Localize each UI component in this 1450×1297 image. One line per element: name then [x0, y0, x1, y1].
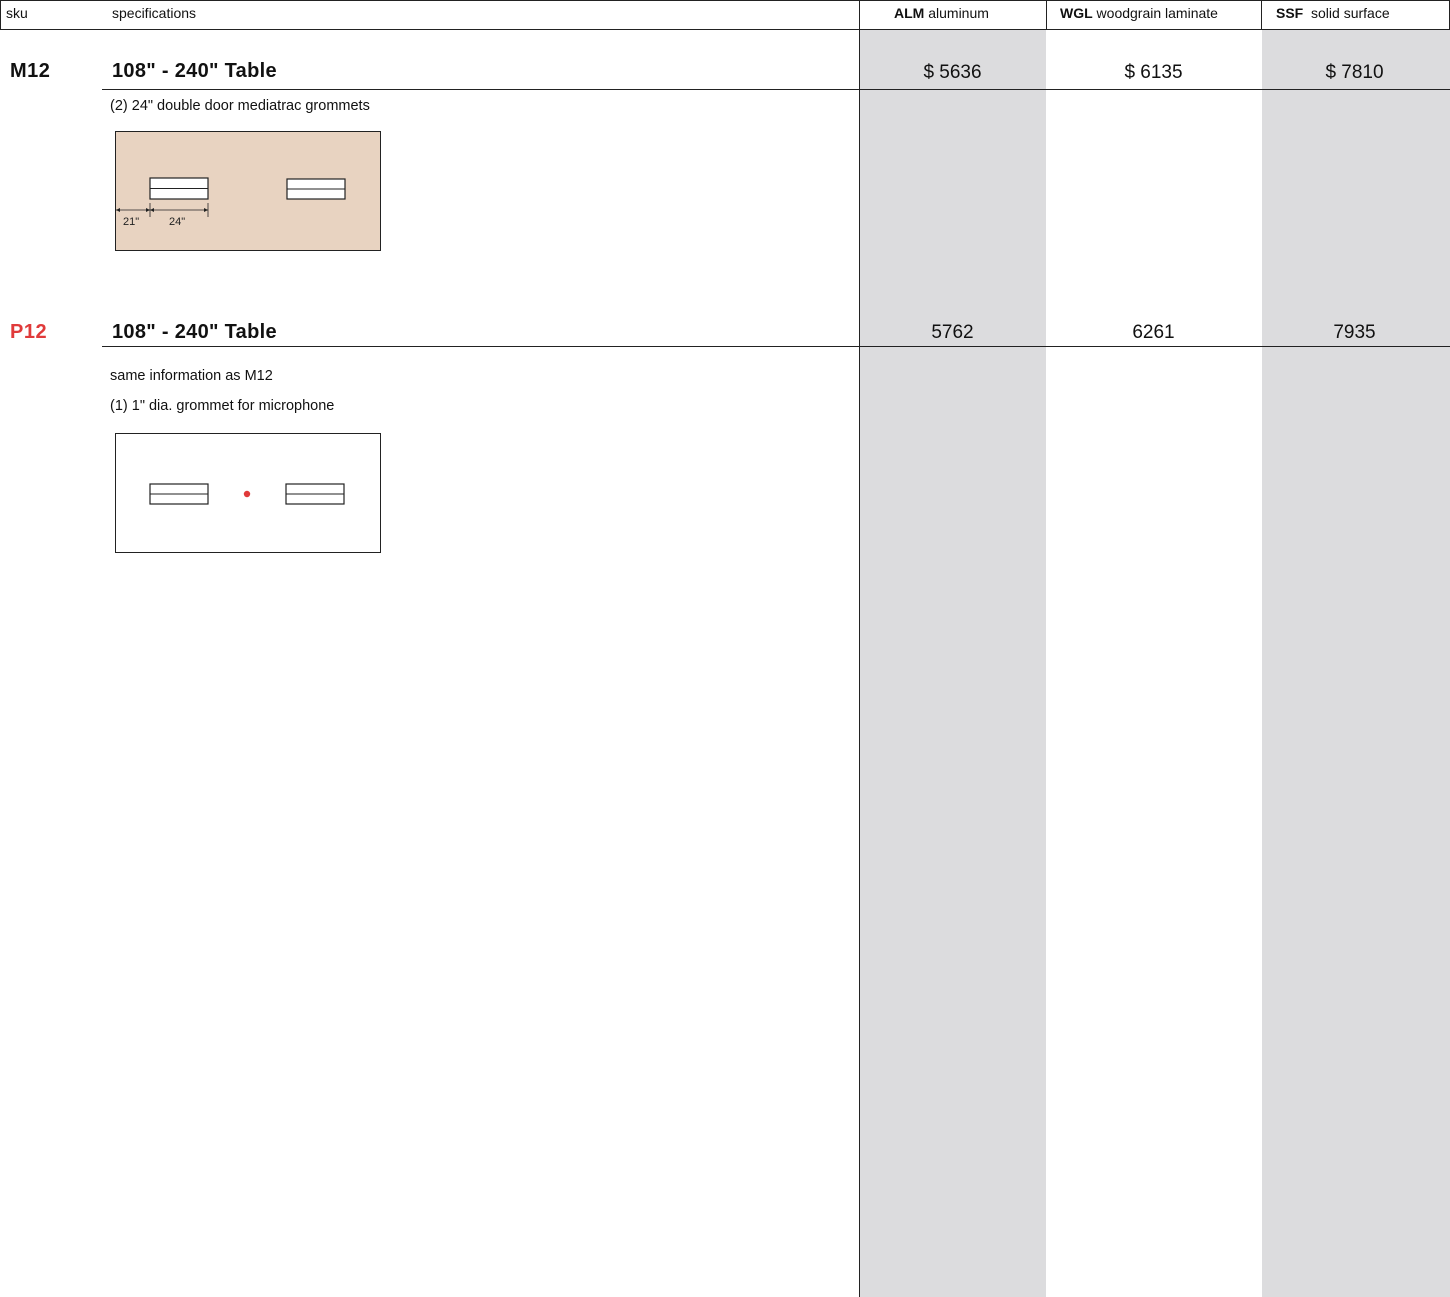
ssf-column-background: [1262, 30, 1450, 1297]
grommet-layout-diagram: [115, 433, 381, 553]
row-rule: [102, 346, 1450, 347]
sku-label: M12: [10, 60, 51, 82]
header-ssf-name: solid surface: [1311, 5, 1390, 21]
spec-line: (2) 24" double door mediatrac grommets: [110, 98, 370, 114]
dimension-label-left: 21": [123, 216, 139, 228]
header-alm-code: ALM: [894, 5, 925, 21]
product-title: 108" - 240" Table: [112, 60, 277, 82]
grommet-left-icon: [149, 177, 209, 200]
grommet-layout-diagram: 21" 24": [115, 131, 381, 251]
sku-label: P12: [10, 321, 48, 343]
header-ssf-code: SSF: [1276, 5, 1304, 21]
price-ssf: 7935: [1333, 322, 1376, 343]
grommet-left-icon: [149, 483, 209, 505]
header-specifications: specifications: [112, 5, 197, 21]
dimension-label-right: 24": [169, 216, 185, 228]
microphone-grommet-icon: [243, 490, 251, 498]
header-wgl: WGL woodgrain laminate: [1060, 5, 1218, 21]
header-ssf: SSF solid surface: [1276, 5, 1390, 21]
product-title: 108" - 240" Table: [112, 321, 277, 343]
column-divider: [859, 0, 860, 1297]
header-wgl-name: woodgrain laminate: [1096, 5, 1218, 21]
header-sku: sku: [6, 5, 28, 21]
grommet-right-icon: [286, 178, 346, 200]
spec-line: same information as M12: [110, 368, 273, 384]
price-wgl: $ 6135: [1124, 62, 1183, 83]
header-wgl-code: WGL: [1060, 5, 1093, 21]
alm-column-background: [860, 30, 1046, 1297]
price-ssf: $ 7810: [1325, 62, 1384, 83]
header-alm: ALM aluminum: [894, 5, 989, 21]
row-rule: [102, 89, 1450, 90]
header-alm-name: aluminum: [928, 5, 989, 21]
spec-line: (1) 1" dia. grommet for microphone: [110, 398, 335, 414]
grommet-right-icon: [285, 483, 345, 505]
price-wgl: 6261: [1132, 322, 1175, 343]
price-alm: 5762: [931, 322, 974, 343]
price-alm: $ 5636: [923, 62, 982, 83]
